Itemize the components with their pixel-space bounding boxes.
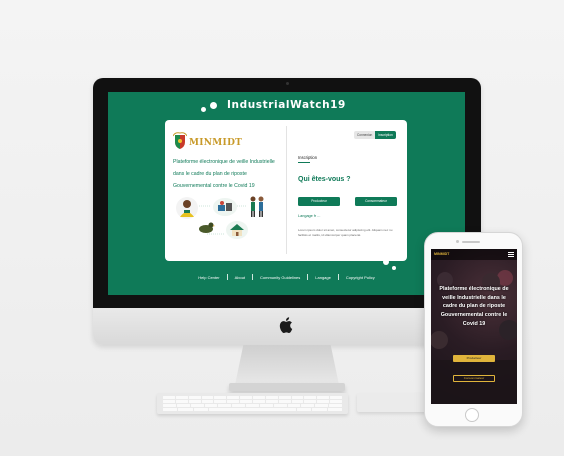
phone-producer-button[interactable]: Producteur [453, 355, 495, 362]
decor-dot [210, 102, 217, 109]
footer-link-copyright[interactable]: Copyright Policy [339, 275, 382, 280]
phone-screen: MINMIDT Plateforme électronique de veill… [431, 249, 517, 404]
key-row [163, 396, 343, 399]
footer-link-about[interactable]: About [228, 275, 252, 280]
tab-register[interactable]: Inscription [375, 131, 396, 139]
footer-nav: Help Center About Community Guidelines L… [108, 274, 465, 280]
footer-link-language[interactable]: Langage [308, 275, 338, 280]
apple-logo-icon [279, 317, 293, 334]
section-heading: Inscription [298, 155, 318, 160]
auth-tabs: Connexion Inscription [354, 131, 396, 139]
desktop-screen: IndustrialWatch19 MINMIDT Plateforme éle… [108, 92, 465, 295]
decor-dot [392, 266, 396, 270]
phone-consumer-button[interactable]: Consommateur [453, 375, 495, 382]
crowd-background-image [431, 270, 517, 404]
card-divider [286, 126, 287, 254]
brand-name: MINMIDT [189, 138, 243, 148]
key-row [163, 400, 343, 403]
decor-dot [383, 259, 389, 265]
keyboard [157, 393, 348, 414]
imac-stand-foot [229, 383, 345, 391]
language-selector[interactable]: Langage fr ... [298, 214, 320, 218]
key-row [163, 408, 343, 411]
decor-dot [201, 107, 206, 112]
imac-stand-neck [235, 345, 339, 385]
hamburger-menu-icon[interactable] [508, 252, 514, 257]
heading-underline [298, 162, 310, 163]
platform-tagline: Plateforme électronique de veille Indust… [173, 159, 275, 189]
producer-button[interactable]: Producteur [298, 197, 340, 206]
connector-lines [199, 205, 247, 235]
site-title: IndustrialWatch19 [227, 99, 346, 111]
description-text: Lorem ipsum dolor sit amet, consectetur … [298, 228, 393, 237]
key-row [163, 404, 342, 407]
registration-card: MINMIDT Plateforme électronique de veill… [165, 102, 407, 270]
role-question: Qui êtes-vous ? [298, 176, 351, 183]
tab-login[interactable]: Connexion [354, 131, 376, 139]
phone-speaker [462, 241, 480, 243]
trackpad [357, 393, 429, 412]
phone-topbar: MINMIDT [431, 249, 517, 260]
imac-camera [286, 82, 289, 85]
phone-camera [456, 240, 459, 243]
consumer-button[interactable]: Consommateur [355, 197, 397, 206]
footer-link-guidelines[interactable]: Community Guidelines [253, 275, 307, 280]
phone-home-button[interactable] [465, 408, 479, 422]
phone-headline: Plateforme électronique de veille Indust… [439, 286, 509, 327]
coat-of-arms-icon [173, 132, 187, 149]
phone-logo: MINMIDT [434, 252, 450, 256]
footer-link-help[interactable]: Help Center [191, 275, 226, 280]
